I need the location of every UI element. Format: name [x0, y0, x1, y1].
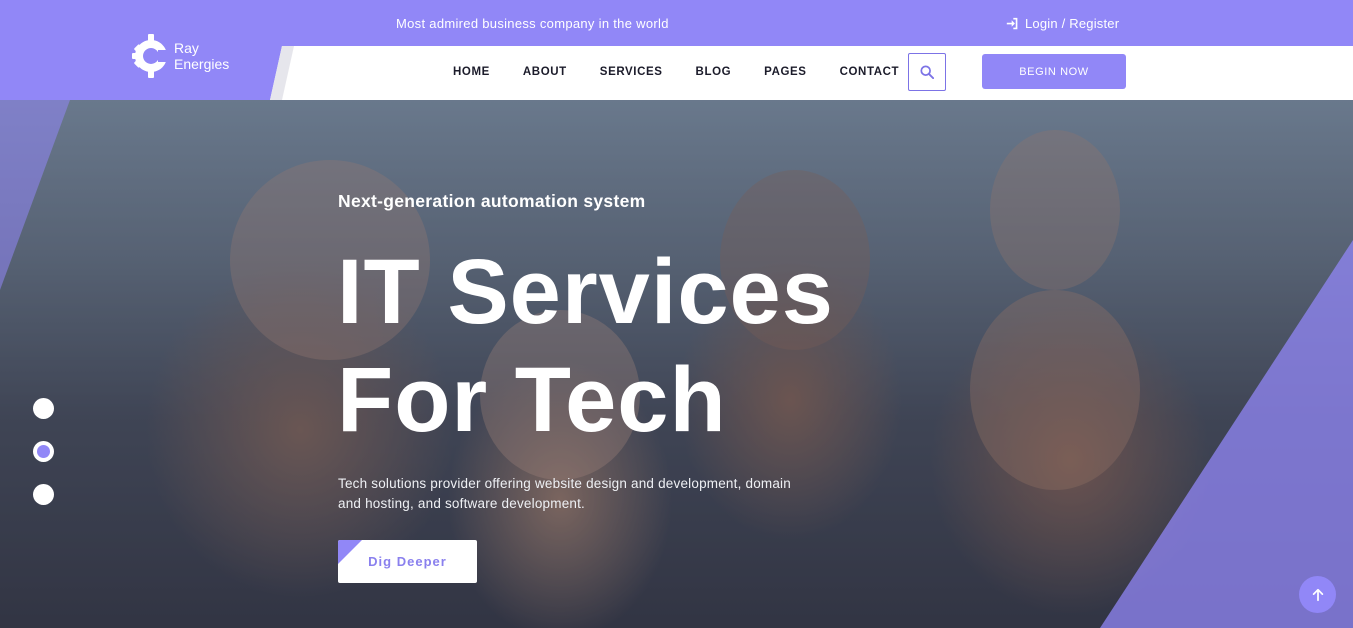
primary-nav: HOME ABOUT SERVICES BLOG PAGES CONTACT [453, 66, 932, 78]
arrow-up-icon [1312, 588, 1323, 601]
sign-in-icon [1006, 17, 1018, 30]
top-bar-tagline: Most admired business company in the wor… [396, 16, 669, 31]
gear-icon [132, 34, 170, 78]
login-register-link[interactable]: Login / Register [1006, 16, 1119, 31]
hero-headline: IT Services For Tech [337, 238, 834, 454]
slider-dot-1[interactable] [33, 398, 54, 419]
hero-banner: Next-generation automation system IT Ser… [0, 100, 1353, 628]
slider-dot-3[interactable] [33, 484, 54, 505]
site-logo[interactable]: Ray Energies [132, 30, 229, 82]
nav-item-services[interactable]: SERVICES [600, 66, 663, 78]
search-icon [920, 65, 934, 79]
hero-headline-line2: For Tech [337, 349, 727, 451]
nav-item-contact[interactable]: CONTACT [840, 66, 900, 78]
search-button[interactable] [908, 53, 946, 91]
scroll-to-top-button[interactable] [1299, 576, 1336, 613]
slider-pagination [33, 398, 54, 505]
brand-name-line2: Energies [174, 56, 230, 72]
login-register-label: Login / Register [1025, 16, 1120, 31]
brand-name-line1: Ray [174, 40, 199, 56]
nav-item-pages[interactable]: PAGES [764, 66, 806, 78]
slider-dot-2-active[interactable] [33, 441, 54, 462]
hero-headline-line1: IT Services [337, 241, 834, 343]
nav-item-home[interactable]: HOME [453, 66, 490, 78]
hero-subtitle: Next-generation automation system [338, 191, 646, 211]
button-corner-accent [338, 540, 362, 564]
begin-now-button[interactable]: BEGIN NOW [982, 54, 1126, 89]
hero-description: Tech solutions provider offering website… [338, 476, 791, 511]
nav-item-blog[interactable]: BLOG [696, 66, 732, 78]
dig-deeper-label: Dig Deeper [368, 554, 447, 569]
brand-name: Ray Energies [174, 40, 229, 72]
dig-deeper-button[interactable]: Dig Deeper [338, 540, 477, 583]
nav-item-about[interactable]: ABOUT [523, 66, 567, 78]
